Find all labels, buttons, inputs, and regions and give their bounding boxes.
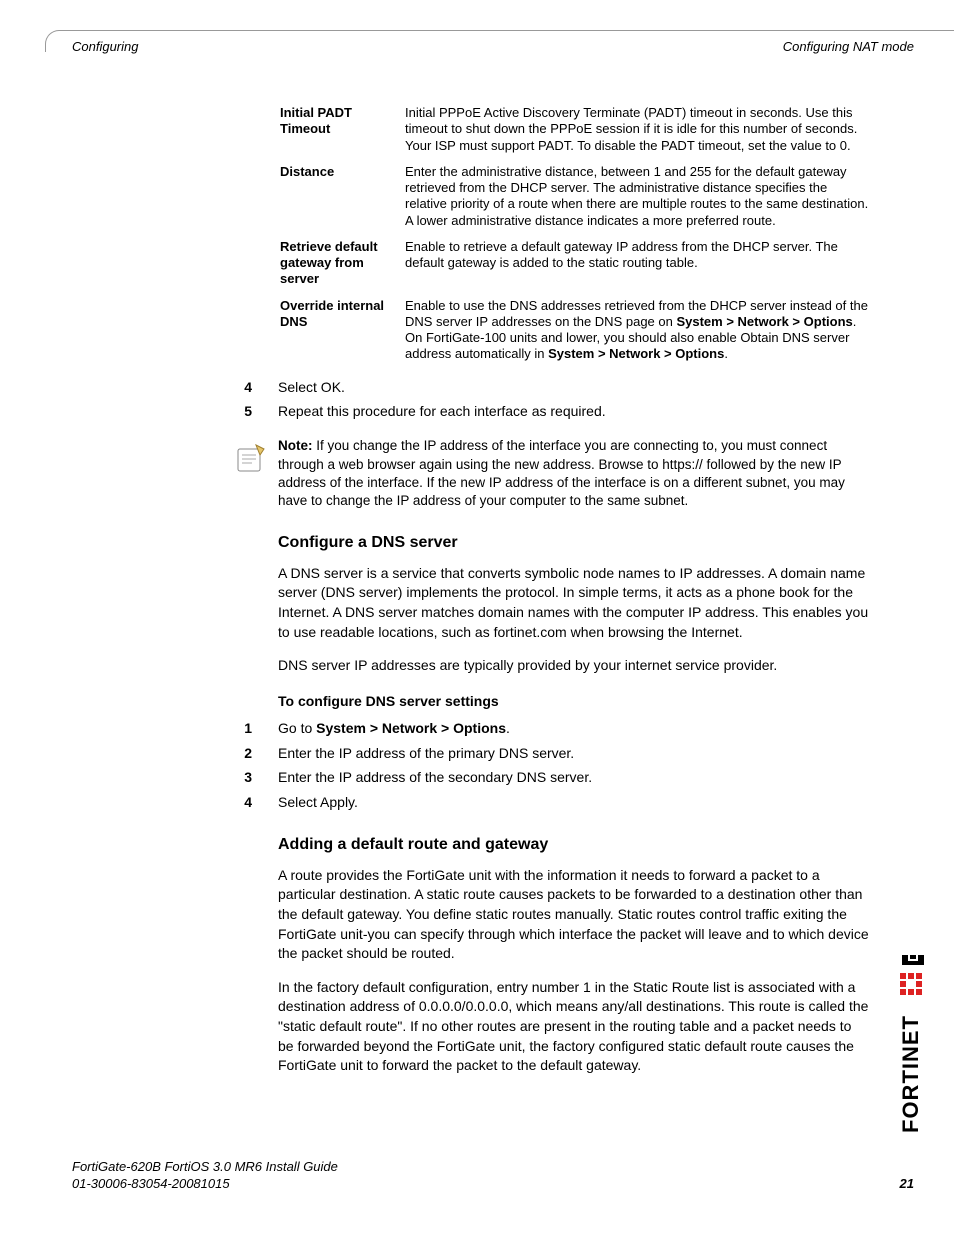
def-term: Initial PADT Timeout xyxy=(230,100,405,159)
step-text: Enter the IP address of the primary DNS … xyxy=(278,744,870,763)
step-number: 2 xyxy=(230,744,278,763)
def-desc: Initial PPPoE Active Discovery Terminate… xyxy=(405,100,870,159)
note-text: Note: If you change the IP address of th… xyxy=(278,437,870,510)
fortinet-logo: FORTINET xyxy=(900,955,924,1155)
table-row: Retrieve default gateway from server Ena… xyxy=(230,234,870,293)
body-paragraph: A route provides the FortiGate unit with… xyxy=(278,866,870,964)
def-term: Distance xyxy=(230,159,405,234)
def-term: Retrieve default gateway from server xyxy=(230,234,405,293)
body-paragraph: In the factory default configuration, en… xyxy=(278,978,870,1076)
step-text: Enter the IP address of the secondary DN… xyxy=(278,768,870,787)
step-number: 4 xyxy=(230,793,278,812)
footer-text: FortiGate-620B FortiOS 3.0 MR6 Install G… xyxy=(72,1158,338,1193)
step-number: 3 xyxy=(230,768,278,787)
step-number: 5 xyxy=(230,402,278,421)
table-row: Distance Enter the administrative distan… xyxy=(230,159,870,234)
def-desc: Enable to use the DNS addresses retrieve… xyxy=(405,293,870,368)
step-item: 4 Select OK. xyxy=(230,378,870,397)
def-term: Override internal DNS xyxy=(230,293,405,368)
body-paragraph: A DNS server is a service that converts … xyxy=(278,564,870,642)
table-row: Override internal DNS Enable to use the … xyxy=(230,293,870,368)
body-paragraph: DNS server IP addresses are typically pr… xyxy=(278,656,870,676)
section-heading-route: Adding a default route and gateway xyxy=(278,834,870,856)
step-text: Repeat this procedure for each interface… xyxy=(278,402,870,421)
step-item: 3 Enter the IP address of the secondary … xyxy=(230,768,870,787)
section-heading-dns: Configure a DNS server xyxy=(278,532,870,554)
svg-text:FORTINET: FORTINET xyxy=(900,1015,923,1133)
step-text: Go to System > Network > Options. xyxy=(278,719,870,738)
step-number: 4 xyxy=(230,378,278,397)
step-item: 5 Repeat this procedure for each interfa… xyxy=(230,402,870,421)
note-block: Note: If you change the IP address of th… xyxy=(278,437,870,510)
step-item: 4 Select Apply. xyxy=(230,793,870,812)
def-desc: Enter the administrative distance, betwe… xyxy=(405,159,870,234)
header-right: Configuring NAT mode xyxy=(783,38,914,56)
step-item: 1 Go to System > Network > Options. xyxy=(230,719,870,738)
table-row: Initial PADT Timeout Initial PPPoE Activ… xyxy=(230,100,870,159)
header-left: Configuring xyxy=(72,38,139,56)
def-desc: Enable to retrieve a default gateway IP … xyxy=(405,234,870,293)
definitions-table: Initial PADT Timeout Initial PPPoE Activ… xyxy=(230,100,870,368)
page-number: 21 xyxy=(900,1175,914,1193)
note-icon xyxy=(230,437,278,510)
step-text: Select OK. xyxy=(278,378,870,397)
step-text: Select Apply. xyxy=(278,793,870,812)
step-number: 1 xyxy=(230,719,278,738)
step-item: 2 Enter the IP address of the primary DN… xyxy=(230,744,870,763)
procedure-title: To configure DNS server settings xyxy=(278,692,870,711)
